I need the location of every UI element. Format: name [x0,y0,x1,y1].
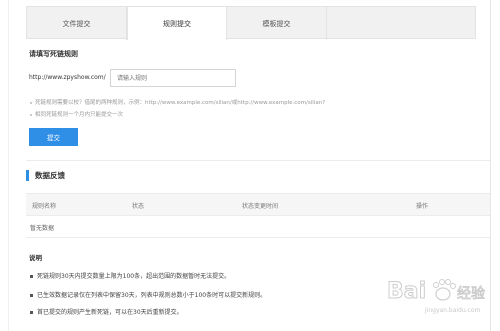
tip-item: 相同死链规则一个月内只能提交一次 [30,110,123,118]
column-rule-name: 规则名称 [32,203,57,210]
bullet-icon [30,275,33,278]
section-title: 请填写死链规则 [29,50,78,58]
feedback-title: 数据反馈 [35,171,65,180]
empty-text: 暂无数据 [30,225,55,232]
table-row [26,216,490,238]
tip-text: 相同死链规则一个月内只能提交一次 [35,112,124,118]
divider [26,160,490,161]
svg-text:Bai: Bai [387,279,426,304]
note-text: 首已提交的规则产生新死链，可以在30天后重新提交。 [37,309,183,316]
notes-title: 说明 [29,254,42,262]
tab-rule-submit[interactable]: 规则提交 [127,6,227,40]
note-text: 死链规则30天内提交数量上限为100条，超出范围的数据暂时无法提交。 [37,273,231,280]
page: 文件提交 规则提交 模板提交 请填写死链规则 http://www.zpysho… [0,0,500,331]
column-status: 状态 [132,203,145,210]
tab-file-submit[interactable]: 文件提交 [27,7,127,40]
left-border [8,0,9,331]
column-status-time: 状态变更时间 [242,203,279,210]
bullet-icon [30,101,32,104]
bullet-icon [30,113,32,116]
tip-item: 死链规则需要以校？借尾的两种规则，示例：http://www.example.c… [30,98,325,106]
column-action: 操作 [416,203,429,210]
url-prefix: http://www.zpyshow.com/ [29,74,106,81]
rule-input[interactable] [110,69,236,87]
svg-text:经验: 经验 [457,286,485,302]
note-item: 首已提交的规则产生新死链，可以在30天后重新提交。 [30,307,183,316]
table-header: 规则名称 状态 状态变更时间 操作 [26,193,490,216]
note-item: 死链规则30天内提交数量上限为100条，超出范围的数据暂时无法提交。 [30,271,230,280]
svg-text:jingyan.baidu.com: jingyan.baidu.com [424,307,481,314]
tab-bar: 文件提交 规则提交 模板提交 [26,6,476,40]
note-text: 已生效数据记录仅在列表中保留30天，列表中规则总数小于100条时可以提交新规则。 [37,292,267,299]
section-marker [26,170,29,181]
tip-text: 死链规则需要以校？借尾的两种规则，示例：http://www.example.c… [35,100,326,106]
note-item: 已生效数据记录仅在列表中保留30天，列表中规则总数小于100条时可以提交新规则。 [30,290,266,299]
baidu-watermark-logo: Bai 经验 jingyan.baidu.com [387,279,486,315]
submit-button[interactable]: 提交 [29,128,78,146]
bullet-icon [30,294,33,297]
bullet-icon [30,311,33,314]
tab-template-submit[interactable]: 模板提交 [227,7,327,40]
